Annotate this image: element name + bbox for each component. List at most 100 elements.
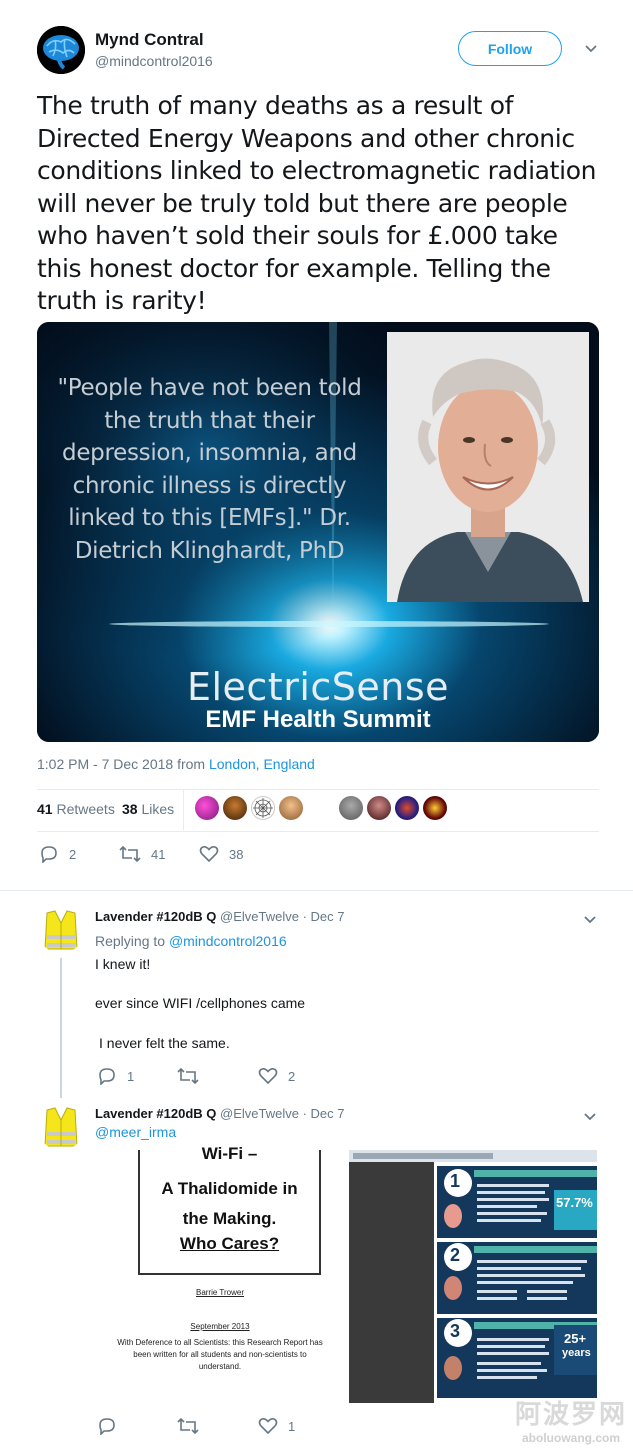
infographic-figure: 25+ xyxy=(564,1331,587,1346)
reply-tweet[interactable]: Lavender #120dB Q @ElveTwelve · Dec 7 Re… xyxy=(37,905,602,1085)
liker-avatar[interactable] xyxy=(279,796,303,820)
replier-handle: @ElveTwelve xyxy=(220,1106,299,1121)
liker-avatar[interactable] xyxy=(195,796,219,820)
replier-name-line[interactable]: Lavender #120dB Q @ElveTwelve · Dec 7 xyxy=(95,1106,345,1121)
reply-action[interactable]: 1 xyxy=(97,1067,134,1085)
reply-icon xyxy=(99,1068,115,1085)
author-name[interactable]: Mynd Contral xyxy=(95,30,204,50)
report-author: Barrie Trower xyxy=(195,1288,244,1297)
infographic-figure-unit: years xyxy=(562,1347,591,1359)
chevron-down-icon[interactable] xyxy=(582,1108,598,1124)
retweet-action[interactable] xyxy=(177,1067,209,1085)
heart-icon xyxy=(258,1418,278,1435)
reply-date: · Dec 7 xyxy=(302,909,345,924)
liker-avatar[interactable] xyxy=(251,796,275,820)
report-dedication: understand. xyxy=(198,1362,242,1371)
infographic-image[interactable]: 1 2 3 57.7% 25+ years xyxy=(349,1150,597,1403)
replier-handle: @ElveTwelve xyxy=(220,909,299,924)
yellow-vest-icon xyxy=(37,905,85,953)
media-quote: "People have not been told the truth tha… xyxy=(57,375,362,564)
retweet-icon xyxy=(177,1067,199,1085)
location-link[interactable]: London, England xyxy=(209,756,315,772)
liker-avatar[interactable] xyxy=(223,796,247,820)
brain-icon xyxy=(37,26,85,74)
report-dedication: been written for all students and non-sc… xyxy=(133,1350,307,1359)
tweet-header: Mynd Contral @mindcontrol2016 Follow xyxy=(37,26,603,76)
author-avatar[interactable] xyxy=(37,26,85,74)
reply-icon xyxy=(99,1418,115,1435)
retweet-count: 41 xyxy=(151,846,166,862)
replying-to-link[interactable]: @mindcontrol2016 xyxy=(169,933,287,949)
reply-text-line: I never felt the same. xyxy=(99,1035,230,1051)
retweet-icon xyxy=(177,1417,199,1435)
heart-icon xyxy=(258,1068,278,1085)
thread-connector xyxy=(60,958,62,1098)
liker-avatar[interactable] xyxy=(423,796,447,820)
media-brand-subtitle: EMF Health Summit xyxy=(205,706,431,733)
like-count: 38 xyxy=(229,846,244,862)
reply-date: · Dec 7 xyxy=(302,1106,345,1121)
replier-name: Lavender #120dB Q xyxy=(95,1106,217,1121)
yellow-vest-icon xyxy=(37,1102,85,1150)
tweet-media-image[interactable]: "People have not been told the truth tha… xyxy=(37,322,599,742)
liker-avatar[interactable] xyxy=(395,796,419,820)
replying-to: Replying to @mindcontrol2016 xyxy=(95,933,287,949)
like-action[interactable]: 2 xyxy=(258,1067,295,1085)
chevron-down-icon[interactable] xyxy=(583,40,599,56)
doctor-portrait xyxy=(387,332,589,602)
media-brand-title: ElectricSense xyxy=(186,665,450,709)
reply-text-line: ever since WIFI /cellphones came xyxy=(95,995,306,1011)
liker-avatar[interactable] xyxy=(339,796,363,820)
report-cover-image[interactable]: Wi-Fi – A Thalidomide in the Making. Who… xyxy=(95,1144,345,1405)
replier-name-line[interactable]: Lavender #120dB Q @ElveTwelve · Dec 7 xyxy=(95,909,345,924)
retweet-action[interactable]: 41 xyxy=(119,845,165,863)
chevron-down-icon[interactable] xyxy=(582,911,598,927)
replying-prefix: Replying to xyxy=(95,933,169,949)
tweet-actions: 2 41 38 xyxy=(37,845,337,869)
heart-icon xyxy=(199,846,219,863)
report-dedication: With Deference to all Scientists: this R… xyxy=(117,1338,323,1347)
like-action[interactable]: 1 xyxy=(258,1417,295,1435)
replier-avatar[interactable] xyxy=(37,1102,85,1150)
like-action[interactable]: 38 xyxy=(199,845,243,863)
tweet-text: The truth of many deaths as a result of … xyxy=(37,91,597,315)
likes-count: 38 xyxy=(122,801,138,817)
reply-action[interactable]: 2 xyxy=(39,845,76,863)
author-handle[interactable]: @mindcontrol2016 xyxy=(95,53,213,69)
like-count: 2 xyxy=(288,1068,296,1084)
watermark-url: aboluowang.com xyxy=(521,1431,620,1445)
report-title-box: Wi-Fi – A Thalidomide in the Making. Who… xyxy=(138,1144,321,1275)
infographic-number: 3 xyxy=(450,1321,461,1341)
watermark-text: 阿波罗网 xyxy=(514,1400,627,1430)
infographic-number: 2 xyxy=(450,1245,461,1265)
retweets-stat[interactable]: 41 Retweets xyxy=(37,801,115,817)
retweets-count: 41 xyxy=(37,801,53,817)
report-title-line: Wi-Fi – xyxy=(201,1144,258,1163)
reply-action[interactable] xyxy=(97,1417,127,1435)
reply-mention: @meer_irma xyxy=(95,1124,176,1140)
divider xyxy=(37,831,599,832)
divider xyxy=(0,890,633,891)
follow-button[interactable]: Follow xyxy=(458,31,562,66)
report-title-part: the Making. xyxy=(182,1209,277,1228)
infographic-percentage: 57.7% xyxy=(556,1195,593,1210)
retweet-icon xyxy=(119,845,141,863)
reply-icon xyxy=(41,846,57,863)
liker-avatar[interactable] xyxy=(367,796,391,820)
timestamp-text[interactable]: 1:02 PM - 7 Dec 2018 from xyxy=(37,756,209,772)
report-title-line: Who Cares? xyxy=(179,1234,280,1253)
report-date: September 2013 xyxy=(190,1322,250,1331)
retweet-action[interactable] xyxy=(177,1417,209,1435)
likes-stat[interactable]: 38 Likes xyxy=(122,801,174,817)
replier-name: Lavender #120dB Q xyxy=(95,909,217,924)
tweet-timestamp: 1:02 PM - 7 Dec 2018 from London, Englan… xyxy=(37,756,315,772)
stats-separator xyxy=(183,790,184,830)
replier-avatar[interactable] xyxy=(37,905,85,953)
retweets-label: Retweets xyxy=(52,801,115,817)
infographic-number: 1 xyxy=(450,1171,461,1191)
watermark: 阿波罗网 aboluowang.com xyxy=(515,1394,627,1445)
mention-link[interactable]: @meer_irma xyxy=(95,1124,176,1140)
tweet-stats: 41 Retweets 38 Likes xyxy=(37,790,599,830)
reply-count: 1 xyxy=(127,1068,135,1084)
infographic-graphic xyxy=(349,1150,597,1403)
